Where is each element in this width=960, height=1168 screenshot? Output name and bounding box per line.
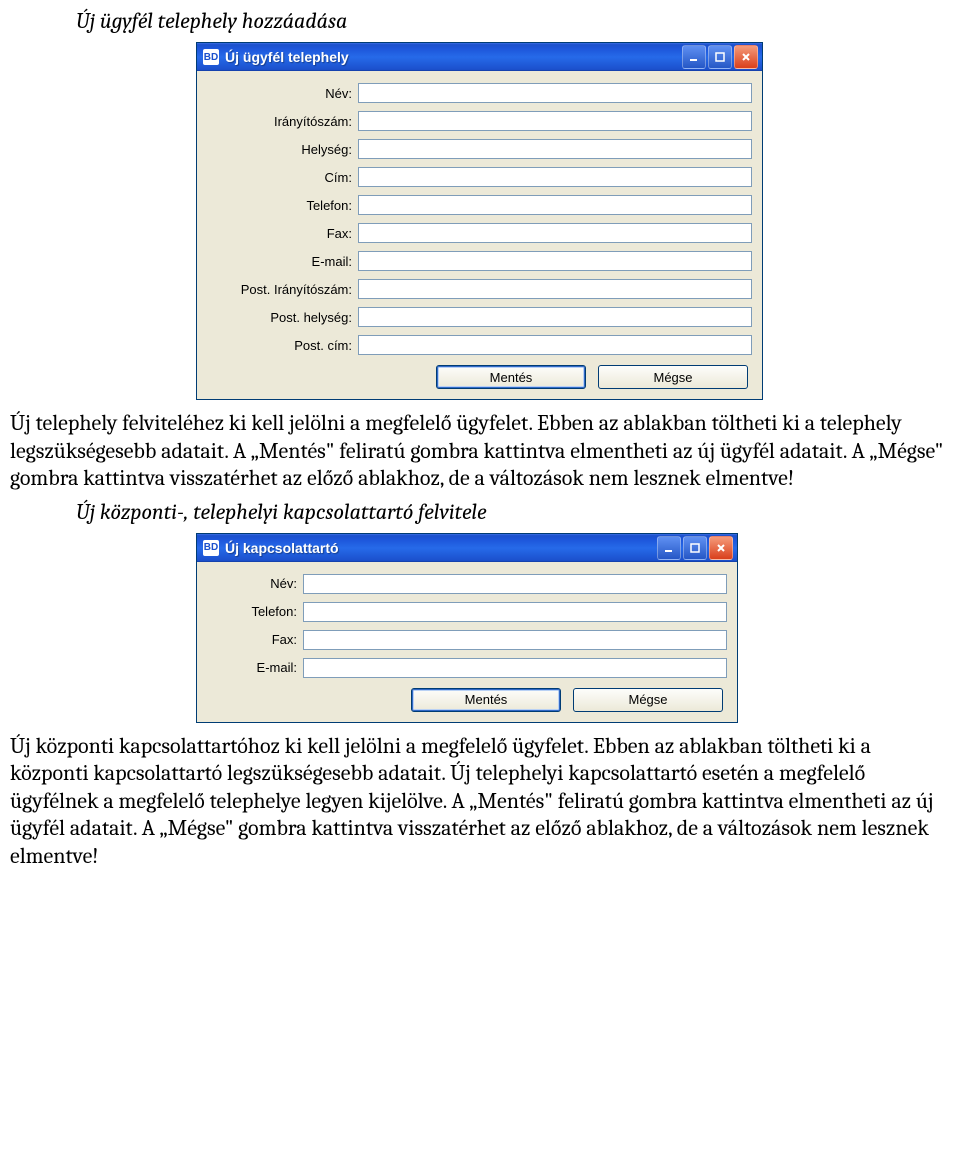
save-button[interactable]: Mentés (436, 365, 586, 389)
input-email[interactable] (358, 251, 752, 271)
input-post-zip[interactable] (358, 279, 752, 299)
label-email: E-mail: (207, 660, 303, 675)
label-phone: Telefon: (207, 198, 358, 213)
app-icon: BD (203, 540, 219, 556)
label-phone: Telefon: (207, 604, 303, 619)
input-phone[interactable] (358, 195, 752, 215)
minimize-button[interactable] (682, 45, 706, 69)
cancel-button[interactable]: Mégse (573, 688, 723, 712)
input-email[interactable] (303, 658, 727, 678)
label-email: E-mail: (207, 254, 358, 269)
label-city: Helység: (207, 142, 358, 157)
label-address: Cím: (207, 170, 358, 185)
dialog-new-site: BD Új ügyfél telephely Név: Irányítószám… (196, 42, 763, 400)
label-name: Név: (207, 576, 303, 591)
close-button[interactable] (734, 45, 758, 69)
titlebar[interactable]: BD Új kapcsolattartó (197, 534, 737, 562)
input-name[interactable] (303, 574, 727, 594)
dialog-new-contact: BD Új kapcsolattartó Név: Telefon: Fax: … (196, 533, 738, 723)
label-post-city: Post. helység: (207, 310, 358, 325)
input-post-city[interactable] (358, 307, 752, 327)
label-fax: Fax: (207, 632, 303, 647)
section-heading-1: Új ügyfél telephely hozzáadása (6, 8, 954, 40)
input-city[interactable] (358, 139, 752, 159)
input-fax[interactable] (303, 630, 727, 650)
label-zip: Irányítószám: (207, 114, 358, 129)
input-name[interactable] (358, 83, 752, 103)
window-title: Új ügyfél telephely (225, 49, 682, 65)
label-post-zip: Post. Irányítószám: (207, 282, 358, 297)
section-paragraph-1: Új telephely felviteléhez ki kell jelöln… (6, 402, 954, 499)
save-button[interactable]: Mentés (411, 688, 561, 712)
section-heading-2: Új központi-, telephelyi kapcsolattartó … (6, 499, 954, 531)
maximize-button[interactable] (683, 536, 707, 560)
label-post-address: Post. cím: (207, 338, 358, 353)
label-name: Név: (207, 86, 358, 101)
app-icon: BD (203, 49, 219, 65)
section-paragraph-2: Új központi kapcsolattartóhoz ki kell je… (6, 725, 954, 877)
input-zip[interactable] (358, 111, 752, 131)
input-phone[interactable] (303, 602, 727, 622)
input-post-address[interactable] (358, 335, 752, 355)
window-title: Új kapcsolattartó (225, 540, 657, 556)
minimize-button[interactable] (657, 536, 681, 560)
input-address[interactable] (358, 167, 752, 187)
cancel-button[interactable]: Mégse (598, 365, 748, 389)
close-button[interactable] (709, 536, 733, 560)
input-fax[interactable] (358, 223, 752, 243)
titlebar[interactable]: BD Új ügyfél telephely (197, 43, 762, 71)
maximize-button[interactable] (708, 45, 732, 69)
label-fax: Fax: (207, 226, 358, 241)
